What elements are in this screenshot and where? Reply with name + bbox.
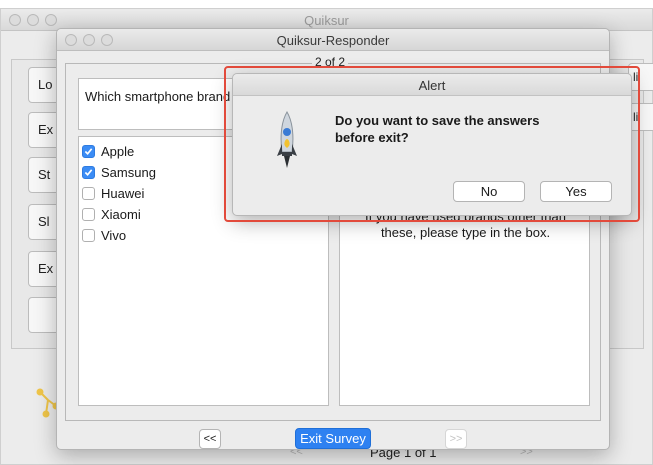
exit-survey-button[interactable]: Exit Survey: [295, 428, 371, 449]
checkbox-unchecked[interactable]: [82, 208, 95, 221]
next-button[interactable]: >>: [445, 429, 467, 449]
option-label: Samsung: [101, 165, 156, 180]
highlight-box: [224, 66, 640, 222]
background-window-title: Quiksur: [304, 13, 349, 28]
option-label: Vivo: [101, 228, 127, 243]
previous-button[interactable]: <<: [199, 429, 221, 449]
checkbox-unchecked[interactable]: [82, 187, 95, 200]
checkmark-icon: [84, 169, 93, 176]
option-label: Xiaomi: [101, 207, 141, 222]
option-label: Apple: [101, 144, 135, 159]
responder-title: Quiksur-Responder: [276, 33, 390, 48]
hint-line-2: these, please type in the box.: [380, 225, 551, 240]
checkbox-checked[interactable]: [82, 166, 95, 179]
option-vivo[interactable]: Vivo: [82, 225, 325, 246]
checkbox-unchecked[interactable]: [82, 229, 95, 242]
checkbox-checked[interactable]: [82, 145, 95, 158]
checkmark-icon: [84, 148, 93, 155]
option-label: Huawei: [101, 186, 145, 201]
responder-titlebar: Quiksur-Responder: [57, 29, 609, 51]
